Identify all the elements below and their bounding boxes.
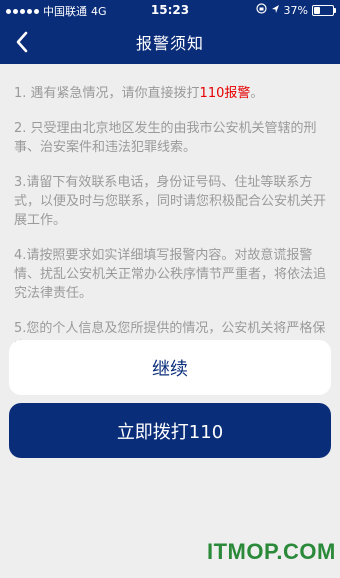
- notice-text: 。: [250, 86, 264, 101]
- location-icon: [271, 4, 280, 17]
- watermark: ITMOP.COM: [207, 539, 336, 564]
- call-110-button[interactable]: 立即拨打110: [9, 403, 331, 458]
- nav-bar: 报警须知: [0, 20, 340, 64]
- status-bar: 中国联通 4G 15:23 37%: [0, 0, 340, 20]
- battery-percent: 37%: [283, 3, 308, 17]
- notice-content: 1. 遇有紧急情况，请你直接拨打110报警。 2. 只受理由北京地区发生的由我市公…: [14, 84, 330, 373]
- continue-button[interactable]: 继续: [9, 340, 331, 395]
- notice-item: 2. 只受理由北京地区发生的由我市公安机关管辖的刑事、治安案件和违法犯罪线索。: [14, 119, 330, 157]
- notice-item: 3.请留下有效联系电话，身份证号码、住址等联系方式，以便及时与您联系，同时请您积…: [14, 173, 330, 230]
- notice-item: 1. 遇有紧急情况，请你直接拨打110报警。: [14, 84, 330, 103]
- notice-item: 4.请按照要求如实详细填写报警内容。对故意谎报警情、扰乱公安机关正常办公秩序情节…: [14, 246, 330, 303]
- notice-text: 4.请按照要求如实详细填写报警内容。对故意谎报警情、扰乱公安机关正常办公秩序情节…: [14, 248, 327, 301]
- notice-text: 2. 只受理由北京地区发生的由我市公安机关管辖的刑事、治安案件和违法犯罪线索。: [14, 121, 317, 155]
- page-title: 报警须知: [135, 34, 204, 53]
- notice-text: 1. 遇有紧急情况，请你直接拨打: [14, 86, 200, 101]
- app-header: 中国联通 4G 15:23 37% 报警须知: [0, 0, 340, 64]
- notice-text: 3.请留下有效联系电话，身份证号码、住址等联系方式，以便及时与您联系，同时请您积…: [14, 175, 327, 228]
- emergency-number-highlight: 110报警: [199, 86, 251, 101]
- orientation-lock-icon: [255, 3, 267, 17]
- battery-icon: [312, 4, 336, 16]
